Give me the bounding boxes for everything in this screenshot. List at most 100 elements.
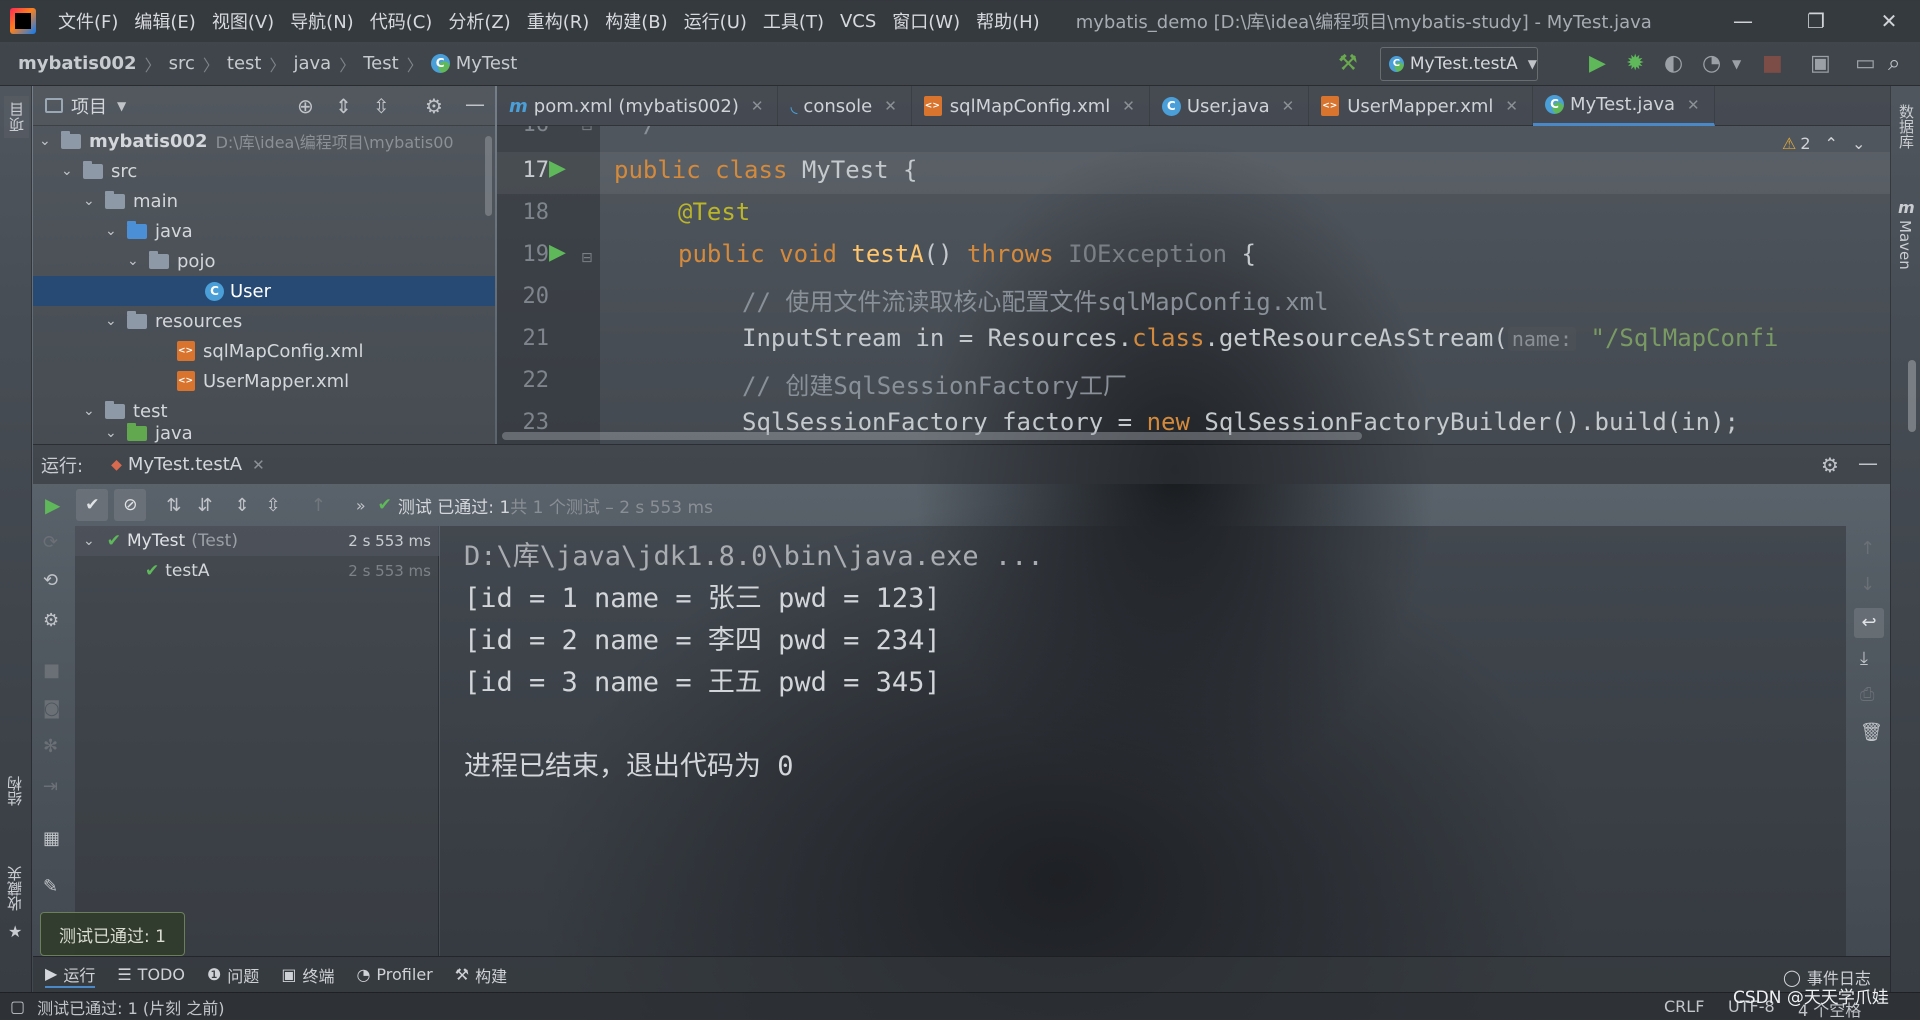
menu-window[interactable]: 窗口(W) (884, 8, 968, 34)
chevron-down-icon[interactable]: ⌄ (83, 403, 99, 419)
structure-tool-tab[interactable]: 结构 (4, 776, 25, 806)
more-run-options-icon[interactable]: ▼ (1732, 52, 1741, 76)
menu-vcs[interactable]: VCS (832, 11, 884, 32)
run-icon[interactable]: ▶ (1589, 52, 1606, 76)
breadcrumb-java[interactable]: java (294, 53, 332, 74)
menu-tools[interactable]: 工具(T) (755, 8, 832, 34)
chevron-down-icon[interactable]: ⌄ (83, 193, 99, 209)
sort-alpha-icon[interactable]: ⇅ (166, 495, 181, 516)
breadcrumb-test[interactable]: test (227, 53, 262, 74)
close-tab-icon[interactable]: ✕ (884, 97, 897, 115)
previous-failed-icon[interactable]: ↑ (311, 495, 326, 516)
pin-icon[interactable]: ✎ (43, 876, 58, 897)
tool-window-run[interactable]: ▶ 运行 (45, 962, 96, 988)
run-test-gutter-icon[interactable]: ▶ (549, 156, 566, 181)
console-output[interactable]: D:\库\java\jdk1.8.0\bin\java.exe ... [id … (440, 526, 1846, 956)
breadcrumb-src[interactable]: src (169, 53, 195, 74)
tree-item-test-java[interactable]: ⌄ java (105, 422, 193, 444)
trash-icon[interactable]: 🗑 (1860, 722, 1883, 743)
tab-mytest-java[interactable]: C MyTest.java ✕ (1532, 86, 1715, 126)
collapse-all-icon[interactable]: ⇳ (373, 94, 390, 118)
build-hammer-icon[interactable]: ⚒ (1338, 52, 1358, 76)
exit-icon[interactable]: ⇥ (43, 776, 58, 797)
tree-item-usermapper[interactable]: UserMapper.xml (177, 366, 349, 396)
close-tab-icon[interactable]: ✕ (1282, 97, 1295, 115)
menu-code[interactable]: 代码(C) (362, 8, 441, 34)
tab-user-java[interactable]: C User.java ✕ (1150, 86, 1310, 126)
menu-run[interactable]: 运行(U) (676, 8, 755, 34)
run-configuration-select[interactable]: C MyTest.testA ▼ (1380, 47, 1538, 81)
chevron-down-icon[interactable]: ⌄ (1852, 134, 1865, 153)
menu-edit[interactable]: 编辑(E) (126, 8, 203, 34)
restore-button[interactable]: ❐ (1785, 0, 1847, 42)
breadcrumb-Test[interactable]: Test (363, 53, 398, 74)
database-tool-tab[interactable]: 数据库 (1896, 104, 1917, 149)
menu-refactor[interactable]: 重构(R) (519, 8, 598, 34)
breadcrumb-project[interactable]: mybatis002 (18, 53, 137, 74)
menu-build[interactable]: 构建(B) (597, 8, 675, 34)
settings-icon[interactable]: ✻ (43, 736, 58, 757)
rerun-failed-icon[interactable]: ⟲ (43, 570, 58, 591)
arrow-down-icon[interactable]: ↓ (1860, 574, 1875, 595)
chevron-down-icon[interactable]: ⌄ (105, 223, 121, 239)
scrollbar[interactable] (485, 136, 492, 216)
code-editor[interactable]: 16 17 18 19 20 21 22 23 ▶ ▶ ⊟ ⊟ */ publi… (497, 126, 1890, 444)
minimize-button[interactable]: — (1712, 0, 1774, 42)
maven-icon[interactable]: m (1898, 198, 1915, 217)
run-tab-label[interactable]: MyTest.testA (128, 454, 242, 475)
tool-window-profiler[interactable]: ◔ Profiler (356, 965, 432, 984)
menu-help[interactable]: 帮助(H) (968, 8, 1048, 34)
breadcrumb-mytest[interactable]: MyTest (456, 53, 518, 74)
project-panel-title[interactable]: 项目 (71, 93, 107, 119)
close-tab-icon[interactable]: ✕ (252, 456, 265, 474)
rerun-icon[interactable]: ▶ (45, 493, 60, 517)
chevron-up-icon[interactable]: ⌃ (1825, 134, 1838, 153)
tab-usermapper-xml[interactable]: UserMapper.xml ✕ (1309, 86, 1533, 126)
panel-toggle-icon[interactable]: ▢ (10, 997, 25, 1016)
tree-item-java[interactable]: ⌄ java (105, 216, 193, 246)
locate-target-icon[interactable]: ⊕ (297, 94, 314, 118)
soft-wrap-icon[interactable]: ↩ (1854, 608, 1884, 638)
chevron-down-icon[interactable]: ⌄ (39, 133, 55, 149)
collapse-all-icon[interactable]: ⇳ (266, 495, 281, 516)
hide-panel-icon[interactable]: — (1858, 451, 1878, 475)
fold-icon[interactable]: ⊟ (581, 126, 593, 134)
layout-icon[interactable]: ▭ (1855, 52, 1876, 76)
status-message[interactable]: 测试已通过: 1 (片刻 之前) (37, 995, 224, 1019)
show-passed-toggle-icon[interactable]: ✔ (76, 489, 109, 521)
close-tab-icon[interactable]: ✕ (751, 97, 764, 115)
test-node-mytest[interactable]: ⌄ ✔ MyTest (Test) 2 s 553 ms (75, 526, 439, 556)
favorites-tool-tab[interactable]: 收藏夹 (4, 866, 25, 911)
intellij-logo-icon[interactable] (10, 8, 36, 34)
menu-navigate[interactable]: 导航(N) (282, 8, 362, 34)
scroll-to-end-icon[interactable]: ⤓ (1860, 648, 1868, 669)
chevron-down-icon[interactable]: ⌄ (61, 163, 77, 179)
layout-icon[interactable]: ▦ (43, 828, 60, 849)
gear-icon[interactable]: ⚙ (1821, 453, 1839, 477)
tree-item-src[interactable]: ⌄ src (61, 156, 137, 186)
menu-view[interactable]: 视图(V) (204, 8, 282, 34)
editor-vertical-scrollbar[interactable] (1908, 360, 1916, 432)
profiler-icon[interactable]: ◔ (1702, 52, 1721, 76)
camera-icon[interactable]: ◙ (43, 698, 60, 719)
sort-duration-icon[interactable]: ⇵ (197, 495, 212, 516)
tree-item-resources[interactable]: ⌄ resources (105, 306, 242, 336)
project-structure-icon[interactable]: ▣ (1810, 52, 1831, 76)
expand-all-icon[interactable]: ⇕ (235, 495, 250, 516)
fold-icon[interactable]: ⊟ (581, 250, 593, 266)
show-ignored-toggle-icon[interactable]: ⊘ (114, 489, 147, 521)
tree-item-project-root[interactable]: ⌄ mybatis002 D:\库\idea\编程项目\mybatis00 (33, 126, 495, 156)
arrow-up-icon[interactable]: ↑ (1860, 538, 1875, 559)
coverage-icon[interactable]: ◐ (1664, 52, 1683, 76)
tool-window-problems[interactable]: ❶ 问题 (207, 963, 259, 987)
close-tab-icon[interactable]: ✕ (1505, 97, 1518, 115)
tab-pom-xml[interactable]: m pom.xml (mybatis002) ✕ (497, 86, 779, 126)
expand-all-icon[interactable]: ⇕ (335, 94, 352, 118)
stop-icon[interactable]: ■ (43, 660, 60, 681)
tree-item-main[interactable]: ⌄ main (83, 186, 178, 216)
tool-window-build[interactable]: ⚒ 构建 (455, 963, 507, 987)
stop-icon[interactable]: ■ (1762, 52, 1783, 76)
tree-item-pojo[interactable]: ⌄ pojo (127, 246, 215, 276)
test-node-testa[interactable]: ✔ testA 2 s 553 ms (75, 556, 439, 586)
maven-tool-tab[interactable]: Maven (1896, 220, 1914, 270)
